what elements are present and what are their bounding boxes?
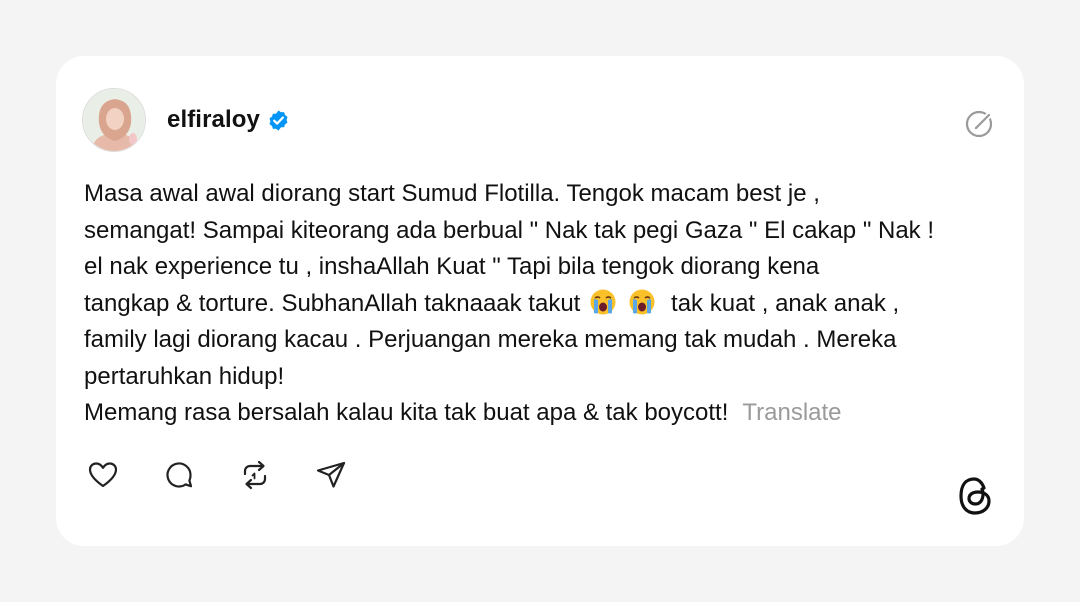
crying-face-emoji-icon (628, 288, 656, 316)
avatar[interactable] (82, 88, 146, 152)
like-button[interactable] (86, 458, 120, 492)
post-line: pertaruhkan hidup! (84, 362, 285, 390)
heart-icon (88, 462, 118, 488)
post-line: tangkap & torture. SubhanAllah taknaaak … (84, 289, 581, 317)
reply-button[interactable] (162, 458, 196, 492)
comment-icon (166, 462, 193, 488)
post-line: family lagi diorang kacau . Perjuangan m… (84, 326, 897, 353)
post-body: Masa awal awal diorang start Sumud Floti… (84, 176, 1004, 432)
translate-link[interactable]: Translate (742, 399, 841, 426)
repost-icon (243, 460, 267, 490)
crying-face-emoji-icon (589, 288, 617, 316)
post-line: Memang rasa bersalah kalau kita tak buat… (84, 399, 729, 426)
username[interactable]: elfiraloy (167, 106, 260, 134)
send-icon (316, 461, 346, 488)
share-button[interactable] (314, 458, 348, 492)
post-card: elfiraloy Masa awal awal diorang start S… (56, 56, 1024, 546)
post-line: tak kuat , anak anak , (671, 289, 900, 317)
post-line: el nak experience tu , inshaAllah Kuat "… (84, 253, 820, 280)
post-line: Masa awal awal diorang start Sumud Floti… (84, 180, 820, 207)
action-bar (86, 458, 390, 492)
threads-mark-icon[interactable] (964, 109, 994, 139)
post-line: semangat! Sampai kiteorang ada berbual "… (84, 216, 935, 244)
repost-button[interactable] (238, 458, 272, 492)
verified-badge-icon (267, 109, 290, 132)
post-header: elfiraloy (82, 88, 290, 152)
threads-logo-icon (956, 474, 994, 518)
